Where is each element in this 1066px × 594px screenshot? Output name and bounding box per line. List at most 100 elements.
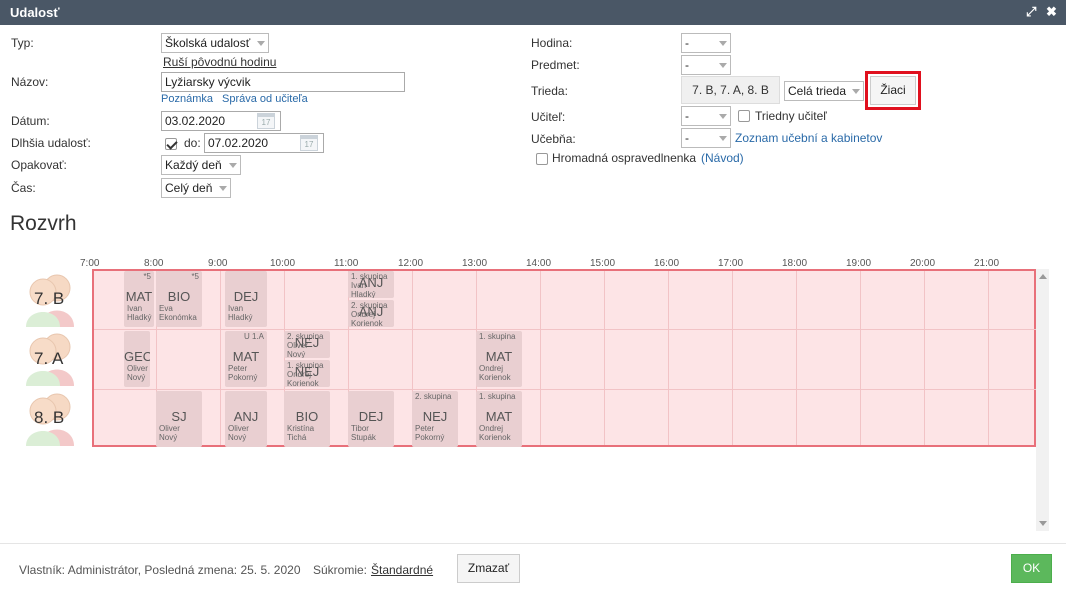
- hour-label: 20:00: [910, 258, 936, 269]
- lesson-8b-dej[interactable]: DEJ Tibor Stupák: [348, 391, 394, 447]
- triedny-ucitel-label: Triedny učiteľ: [755, 109, 827, 123]
- ziaci-button[interactable]: Žiaci: [870, 76, 916, 105]
- cas-value: Celý deň: [165, 181, 213, 195]
- nazov-input[interactable]: Lyžiarsky výcvik: [161, 72, 405, 92]
- hour-label: 14:00: [526, 258, 552, 269]
- trieda-multiselect[interactable]: 7. B, 7. A, 8. B: [681, 76, 780, 104]
- cas-label: Čas:: [11, 181, 36, 195]
- schedule-grid: *5 MAT Ivan Hladký *5 BIO Eva Ekonómka DEJ…: [92, 269, 1036, 447]
- hour-label: 7:00: [80, 258, 100, 269]
- ucebna-value: -: [685, 131, 689, 145]
- poznamka-link[interactable]: Poznámka: [161, 93, 213, 105]
- row-label-7a: 7. A: [34, 349, 64, 368]
- hour-label: 8:00: [144, 258, 164, 269]
- ucitel-select[interactable]: -: [681, 106, 731, 126]
- hodina-value: -: [685, 36, 689, 50]
- lesson-8b-mat[interactable]: 1. skupina MAT Ondrej Korienok: [476, 391, 522, 447]
- scroll-down-icon[interactable]: [1039, 521, 1047, 526]
- sukromie-link[interactable]: Štandardné: [371, 563, 433, 577]
- hour-label: 15:00: [590, 258, 616, 269]
- predmet-label: Predmet:: [531, 58, 580, 72]
- hour-label: 13:00: [462, 258, 488, 269]
- lesson-8b-bio[interactable]: BIO Kristína Tichá: [284, 391, 330, 447]
- lesson-7b-mat[interactable]: *5 MAT Ivan Hladký: [124, 271, 154, 327]
- lesson-7b-anj-2[interactable]: 2. skupina ANJ Ondrej Korienok: [348, 300, 394, 327]
- lesson-7b-dej[interactable]: DEJ Ivan Hladký: [225, 271, 267, 327]
- hour-label: 17:00: [718, 258, 744, 269]
- opakovat-label: Opakovať:: [11, 158, 67, 172]
- lesson-7a-nej-2[interactable]: 2. skupina NEJ Oliver Nový: [284, 331, 330, 358]
- hromadna-ospravedlnenka-checkbox[interactable]: [536, 153, 548, 165]
- hromadna-ospravedlnenka-label: Hromadná ospravedlnenka: [552, 151, 697, 165]
- lesson-7a-mat-2[interactable]: 1. skupina MAT Ondrej Korienok: [476, 331, 522, 387]
- hour-label: 12:00: [398, 258, 424, 269]
- ucebna-select[interactable]: -: [681, 128, 731, 148]
- schedule-scrollbar[interactable]: [1036, 269, 1049, 531]
- hour-label: 18:00: [782, 258, 808, 269]
- lesson-7a-nej-1[interactable]: 1. skupina NEJ Ondrej Korienok: [284, 360, 330, 387]
- chevron-down-icon: [229, 163, 237, 168]
- maximize-icon[interactable]: ⤢: [1026, 4, 1036, 20]
- schedule-timeline: 7:00 8:00 9:00 10:00 11:00 12:00 13:00 1…: [0, 255, 1050, 535]
- ucitel-value: -: [685, 109, 689, 123]
- sukromie-label: Súkromie:: [313, 563, 368, 577]
- lesson-7a-mat[interactable]: U 1.A MAT Peter Pokorný: [225, 331, 267, 387]
- chevron-down-icon: [852, 89, 860, 94]
- window-title: Udalosť: [10, 5, 60, 20]
- scroll-up-icon[interactable]: [1039, 274, 1047, 279]
- hodina-select[interactable]: -: [681, 33, 731, 53]
- dlhsia-udalost-label: Dlhšia udalosť:: [11, 136, 91, 150]
- hodina-label: Hodina:: [531, 36, 573, 50]
- zoznam-ucebni-link[interactable]: Zoznam učební a kabinetov: [735, 131, 882, 145]
- hour-label: 9:00: [208, 258, 228, 269]
- rozvrh-title: Rozvrh: [10, 212, 77, 235]
- hour-label: 19:00: [846, 258, 872, 269]
- sprava-od-ucitela-link[interactable]: Správa od učiteľa: [222, 93, 308, 105]
- hour-label: 10:00: [270, 258, 296, 269]
- dlhsia-udalost-checkbox[interactable]: [165, 138, 177, 150]
- do-label: do:: [184, 136, 201, 150]
- navod-link[interactable]: (Návod): [701, 151, 744, 165]
- hour-label: 16:00: [654, 258, 680, 269]
- lesson-7b-bio[interactable]: *5 BIO Eva Ekonómka: [156, 271, 202, 327]
- lesson-8b-sj[interactable]: SJ Oliver Nový: [156, 391, 202, 447]
- lesson-7b-anj-1[interactable]: 1. skupina ANJ Ivan Hladký: [348, 271, 394, 298]
- chevron-down-icon: [719, 136, 727, 141]
- chevron-down-icon: [719, 114, 727, 119]
- trieda-label: Trieda:: [531, 84, 568, 98]
- chevron-down-icon: [219, 186, 227, 191]
- calendar-icon[interactable]: 17: [300, 135, 318, 151]
- chevron-down-icon: [257, 41, 265, 46]
- chevron-down-icon: [719, 41, 727, 46]
- chevron-down-icon: [719, 63, 727, 68]
- close-icon[interactable]: ✖: [1046, 4, 1057, 20]
- delete-button[interactable]: Zmazať: [457, 554, 520, 583]
- calendar-icon[interactable]: 17: [257, 113, 275, 129]
- hour-label: 21:00: [974, 258, 1000, 269]
- nazov-label: Názov:: [11, 75, 49, 89]
- ok-button[interactable]: OK: [1011, 554, 1052, 583]
- opakovat-value: Každý deň: [165, 158, 222, 172]
- hour-label: 11:00: [334, 258, 359, 269]
- typ-label: Typ:: [11, 36, 34, 50]
- predmet-select[interactable]: -: [681, 55, 731, 75]
- trieda-scope-select[interactable]: Celá trieda: [784, 81, 864, 101]
- row-label-8b: 8. B: [34, 408, 65, 427]
- ucitel-label: Učiteľ:: [531, 110, 566, 124]
- rusi-povodnu-hodinu-link[interactable]: Ruší pôvodnú hodinu: [163, 55, 276, 69]
- typ-select[interactable]: Školská udalosť: [161, 33, 269, 53]
- cas-select[interactable]: Celý deň: [161, 178, 231, 198]
- owner-info: Vlastník: Administrátor, Posledná zmena:…: [19, 563, 301, 577]
- row-label-7b: 7. B: [34, 289, 65, 308]
- predmet-value: -: [685, 58, 689, 72]
- lesson-8b-anj[interactable]: ANJ Oliver Nový: [225, 391, 267, 447]
- lesson-7a-geo[interactable]: GEO Oliver Nový: [124, 331, 150, 387]
- datum-label: Dátum:: [11, 114, 50, 128]
- typ-value: Školská udalosť: [165, 36, 251, 50]
- triedny-ucitel-checkbox[interactable]: [738, 110, 750, 122]
- opakovat-select[interactable]: Každý deň: [161, 155, 241, 175]
- trieda-scope-value: Celá trieda: [788, 84, 847, 98]
- ucebna-label: Učebňa:: [531, 132, 576, 146]
- window-titlebar: Udalosť ⤢ ✖: [0, 0, 1066, 25]
- lesson-8b-nej[interactable]: 2. skupina NEJ Peter Pokorný: [412, 391, 458, 447]
